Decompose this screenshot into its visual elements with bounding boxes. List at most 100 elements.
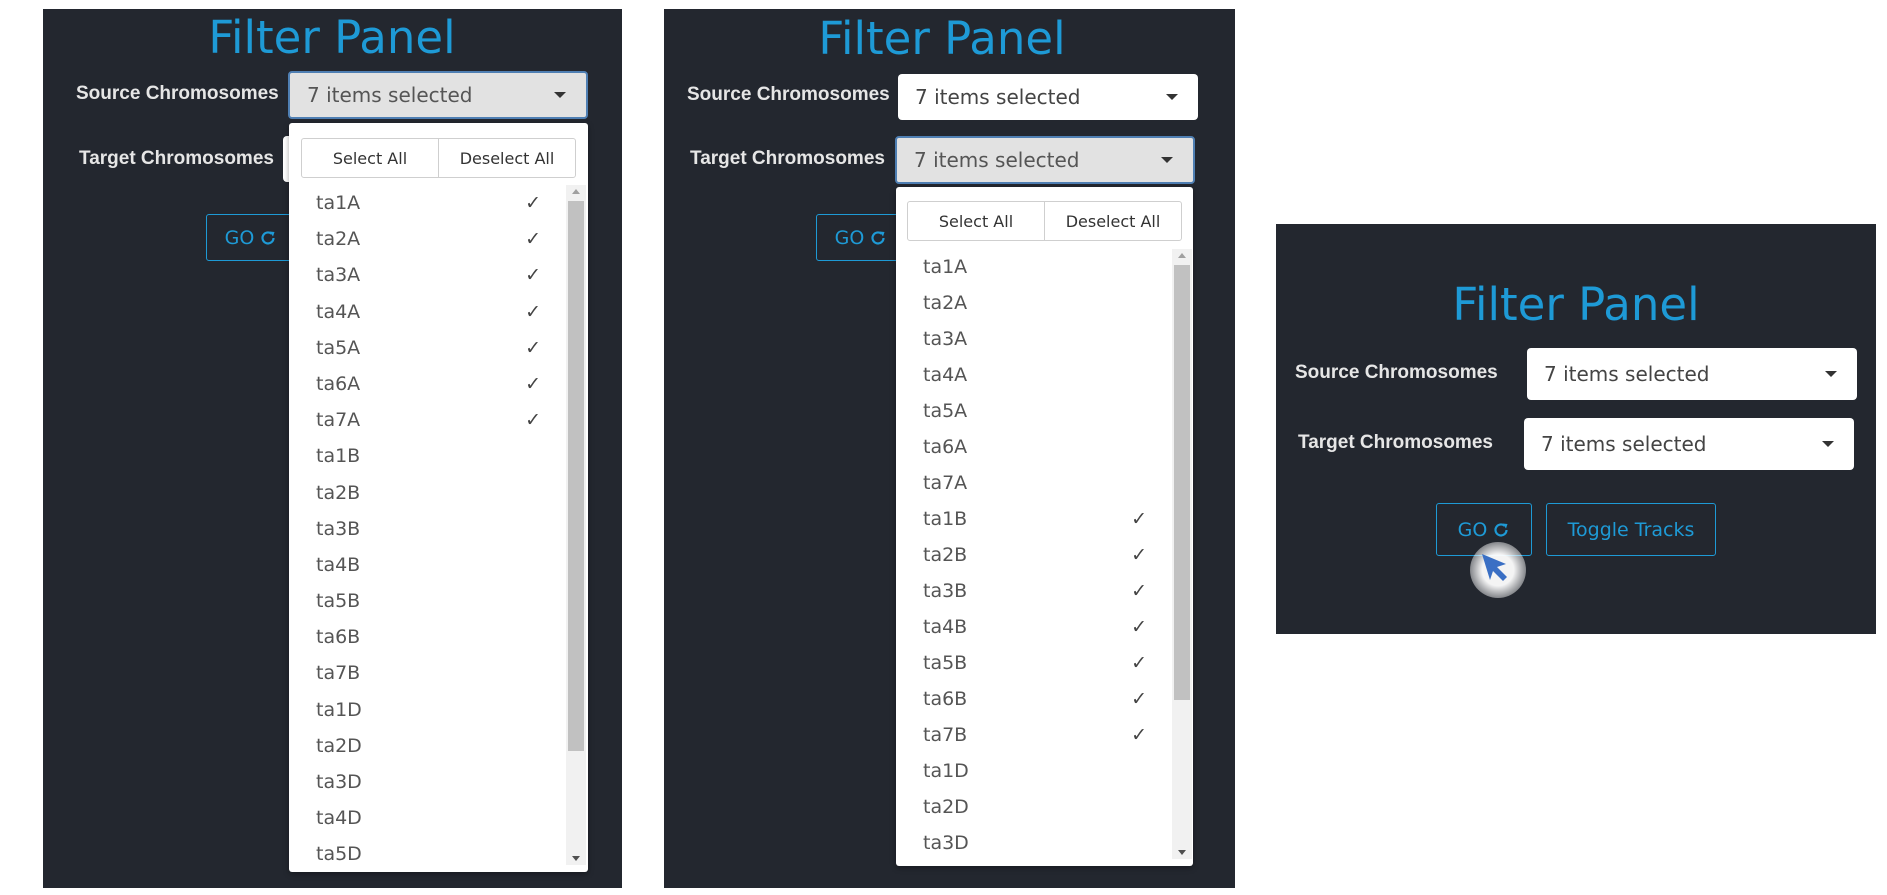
target-chromosomes-select[interactable]: 7 items selected [1524, 418, 1854, 470]
checkmark-icon: ✓ [525, 192, 541, 214]
dropdown-scrollbar[interactable] [1172, 249, 1192, 859]
caret-down-icon [554, 92, 566, 98]
chromosome-option[interactable]: ta3B ✓ [896, 573, 1172, 609]
chromosome-option[interactable]: ta4B [289, 547, 566, 583]
scrollbar-thumb[interactable] [1174, 265, 1190, 700]
chromosome-option-label: ta5A [316, 336, 361, 359]
select-all-button[interactable]: Select All [302, 139, 438, 177]
target-chromosomes-label: Target Chromosomes [79, 148, 274, 169]
select-value: 7 items selected [1544, 362, 1710, 386]
chromosome-option[interactable]: ta2A ✓ [289, 221, 566, 257]
chromosome-option-label: ta2B [316, 481, 361, 504]
source-chromosomes-select[interactable]: 7 items selected [288, 71, 588, 119]
chromosome-option[interactable]: ta2B ✓ [896, 537, 1172, 573]
chromosome-option-label: ta6A [923, 436, 968, 458]
filter-panel-closed: Filter Panel Source Chromosomes 7 items … [1276, 224, 1876, 634]
checkmark-icon: ✓ [1131, 508, 1147, 530]
checkmark-icon: ✓ [1131, 580, 1147, 602]
checkmark-icon: ✓ [525, 409, 541, 432]
chromosome-option-label: ta5B [923, 652, 968, 674]
refresh-icon [871, 230, 885, 245]
chromosome-option[interactable]: ta5B ✓ [896, 645, 1172, 681]
chromosome-option[interactable]: ta1D [289, 692, 566, 728]
chromosome-option-label: ta6B [923, 688, 968, 710]
chromosome-option-label: ta3D [923, 832, 969, 854]
chromosome-option-label: ta7A [316, 409, 361, 432]
source-chromosomes-label: Source Chromosomes [687, 84, 890, 105]
chromosome-option-label: ta1B [316, 445, 361, 468]
chromosome-option-label: ta2A [923, 292, 968, 314]
select-all-button[interactable]: Select All [908, 202, 1044, 240]
target-chromosomes-label: Target Chromosomes [690, 148, 885, 169]
chromosome-option[interactable]: ta2A [896, 285, 1172, 321]
chromosome-option[interactable]: ta6A ✓ [289, 366, 566, 402]
chromosome-option[interactable]: ta7A ✓ [289, 402, 566, 438]
chromosome-option[interactable]: ta5B [289, 583, 566, 619]
chromosome-option[interactable]: ta6B [289, 619, 566, 655]
checkmark-icon: ✓ [525, 228, 541, 251]
scroll-up-arrow-icon[interactable] [1178, 253, 1186, 258]
chromosome-option[interactable]: ta4D [289, 800, 566, 836]
chromosome-option[interactable]: ta1B ✓ [896, 501, 1172, 537]
chromosome-option-label: ta4B [923, 616, 968, 638]
target-chromosomes-select[interactable]: 7 items selected [895, 136, 1195, 184]
chromosome-option[interactable]: ta4B ✓ [896, 609, 1172, 645]
go-button[interactable]: GO [816, 214, 906, 261]
chromosome-option[interactable]: ta2B [289, 475, 566, 511]
chromosome-option[interactable]: ta7A [896, 465, 1172, 501]
chromosome-option[interactable]: ta4A [896, 357, 1172, 393]
chromosome-option[interactable]: ta1B [289, 438, 566, 474]
chromosome-option[interactable]: ta4A ✓ [289, 294, 566, 330]
scrollbar-thumb[interactable] [568, 201, 584, 751]
checkmark-icon: ✓ [1131, 544, 1147, 566]
scroll-down-arrow-icon[interactable] [1178, 850, 1186, 855]
mouse-pointer-icon [1482, 554, 1507, 581]
go-label: GO [834, 226, 865, 249]
chromosome-option[interactable]: ta7B [289, 655, 566, 691]
refresh-icon [261, 230, 275, 245]
chromosome-option[interactable]: ta1A [896, 249, 1172, 285]
chromosome-option-label: ta3B [316, 517, 361, 540]
scroll-up-arrow-icon[interactable] [572, 189, 580, 194]
dropdown-scrollbar[interactable] [566, 185, 586, 865]
chromosome-option[interactable]: ta7B ✓ [896, 717, 1172, 753]
chromosome-option-label: ta3D [316, 771, 362, 793]
scroll-down-arrow-icon[interactable] [572, 856, 580, 861]
chromosome-option[interactable]: ta3A [896, 321, 1172, 357]
chromosome-option[interactable]: ta5A ✓ [289, 330, 566, 366]
deselect-all-button[interactable]: Deselect All [1044, 202, 1181, 240]
chromosome-option-label: ta1D [923, 760, 969, 782]
chromosome-option[interactable]: ta6B ✓ [896, 681, 1172, 717]
toggle-tracks-button[interactable]: Toggle Tracks [1546, 503, 1716, 556]
chromosome-option[interactable]: ta5D [289, 836, 566, 865]
source-chromosomes-select[interactable]: 7 items selected [1527, 348, 1857, 400]
go-button[interactable]: GO [206, 214, 296, 261]
checkmark-icon: ✓ [1131, 652, 1147, 674]
chromosome-option-label: ta2A [316, 228, 361, 251]
select-value: 7 items selected [914, 148, 1080, 172]
deselect-all-button[interactable]: Deselect All [438, 139, 575, 177]
chromosome-option-label: ta2D [316, 734, 362, 757]
panel-title: Filter Panel [1452, 278, 1700, 331]
chromosome-option-label: ta5D [316, 843, 362, 865]
refresh-icon [1494, 522, 1508, 537]
chromosome-option[interactable]: ta3A ✓ [289, 257, 566, 293]
chromosome-option[interactable]: ta3D [896, 825, 1172, 859]
chromosome-option[interactable]: ta1A ✓ [289, 185, 566, 221]
chromosome-option[interactable]: ta1D [896, 753, 1172, 789]
chromosome-option[interactable]: ta3B [289, 511, 566, 547]
panel-title: Filter Panel [818, 12, 1066, 65]
chromosome-option-label: ta1B [923, 508, 968, 530]
chromosome-option-label: ta1D [316, 698, 362, 721]
caret-down-icon [1822, 441, 1834, 447]
chromosome-option[interactable]: ta2D [896, 789, 1172, 825]
chromosome-option[interactable]: ta2D [289, 728, 566, 764]
chromosome-option-label: ta4A [316, 300, 361, 323]
go-label: GO [224, 226, 255, 249]
chromosome-option[interactable]: ta6A [896, 429, 1172, 465]
chromosome-option[interactable]: ta5A [896, 393, 1172, 429]
dropdown-actions: Select All Deselect All [301, 138, 576, 178]
chromosome-option[interactable]: ta3D [289, 764, 566, 800]
chromosome-option-label: ta3A [316, 264, 361, 287]
source-chromosomes-select[interactable]: 7 items selected [898, 74, 1198, 120]
